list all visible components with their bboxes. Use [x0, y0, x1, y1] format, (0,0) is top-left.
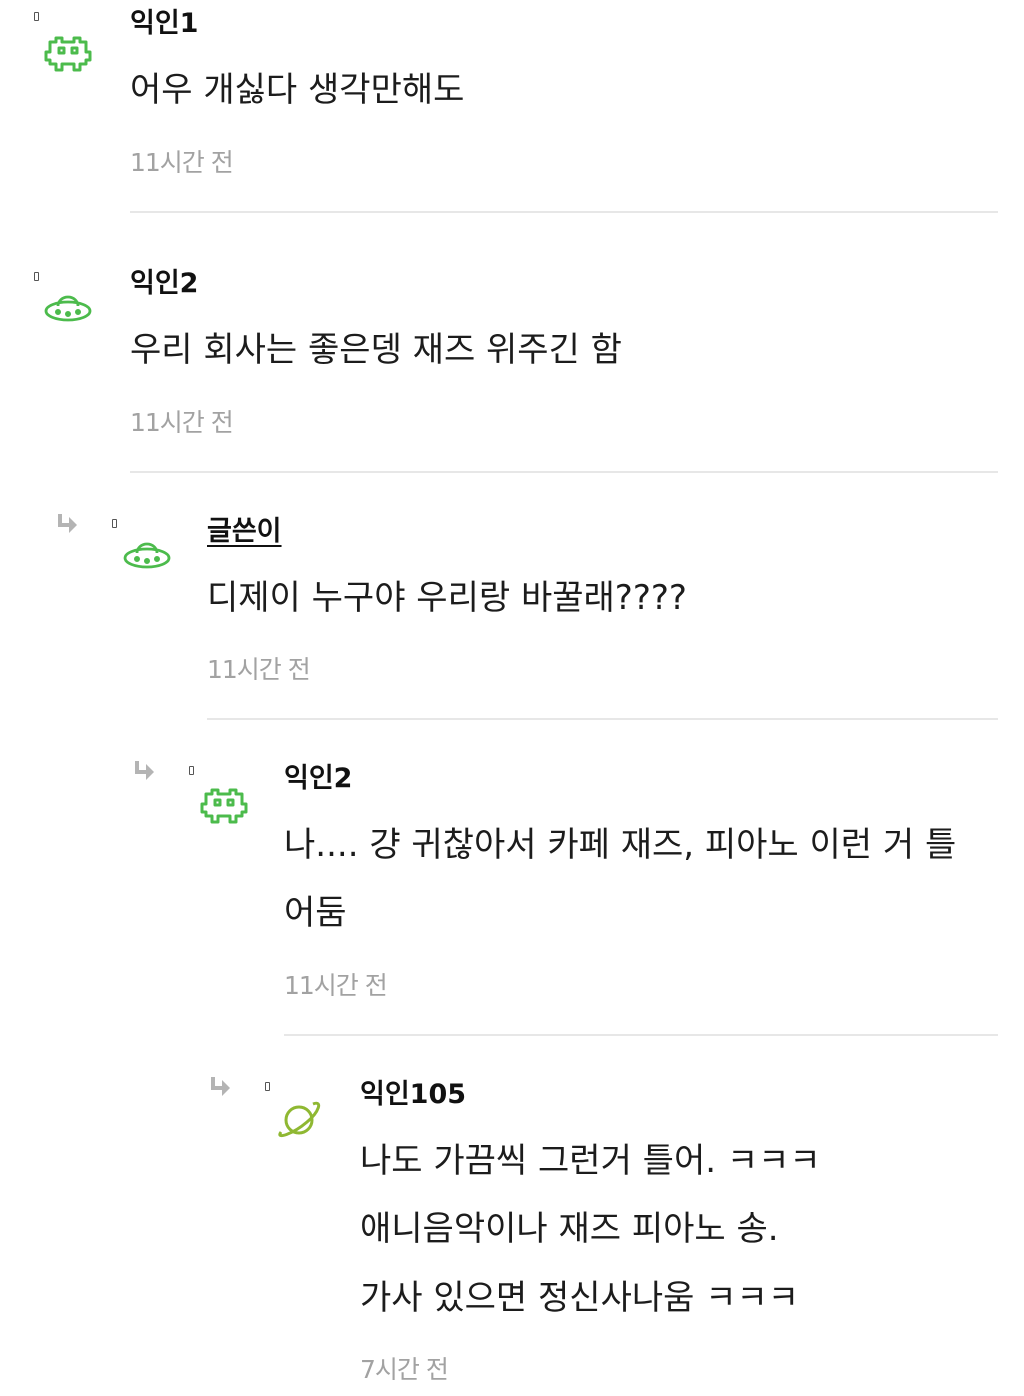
ufo-icon — [44, 295, 92, 322]
divider — [207, 718, 998, 720]
badge-icon — [265, 1082, 270, 1091]
comment-author[interactable]: 익인2 — [284, 763, 352, 795]
comment-text: 디제이 누구야 우리랑 바꿀래???? — [207, 578, 687, 618]
comment-time: 11시간 전 — [284, 971, 388, 1000]
comment-text: 애니음악이나 재즈 피아노 송. — [360, 1209, 779, 1249]
divider — [284, 1034, 998, 1036]
reply-arrow-icon — [135, 761, 154, 780]
alien-icon — [200, 788, 248, 824]
comment-time: 7시간 전 — [360, 1355, 449, 1384]
comment-text: 어우 개싫다 생각만해도 — [130, 70, 465, 110]
alien-icon — [44, 36, 92, 72]
comment-author[interactable]: 익인1 — [130, 8, 198, 40]
comment-text: 가사 있으면 정신사나움 ㅋㅋㅋ — [360, 1278, 800, 1318]
ufo-icon — [123, 542, 171, 569]
comment-time: 11시간 전 — [130, 148, 234, 177]
comment-text: 우리 회사는 좋은뎅 재즈 위주긴 함 — [130, 330, 622, 370]
divider — [130, 471, 998, 473]
comment-text: 어둠 — [284, 893, 347, 933]
comment-author[interactable]: 익인2 — [130, 268, 198, 300]
comment-author[interactable]: 글쓴이 — [207, 516, 282, 548]
badge-icon — [34, 12, 39, 21]
badge-icon — [112, 519, 117, 528]
planet-icon — [278, 1101, 321, 1138]
reply-arrow-icon — [211, 1077, 230, 1096]
divider — [130, 211, 998, 213]
comment-time: 11시간 전 — [130, 408, 234, 437]
reply-arrow-icon — [58, 514, 77, 533]
comment-text: 나.... 걍 귀찮아서 카페 재즈, 피아노 이런 거 틀 — [284, 825, 957, 865]
comment-time: 11시간 전 — [207, 655, 311, 684]
comment-author[interactable]: 익인105 — [360, 1079, 466, 1111]
badge-icon — [189, 766, 194, 775]
badge-icon — [34, 272, 39, 281]
comment-text: 나도 가끔씩 그런거 틀어. ㅋㅋㅋ — [360, 1141, 821, 1181]
